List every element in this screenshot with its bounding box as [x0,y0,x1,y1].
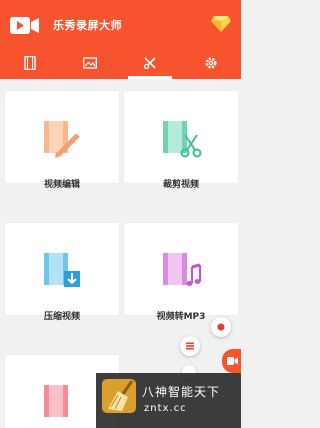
tool-card-video-compress[interactable]: 压缩视频 [5,223,119,322]
tab-selected-indicator [128,76,172,79]
video-camera-icon [227,357,238,365]
tool-card-video-edit[interactable]: 视频编辑 [5,91,119,190]
watermark-title: 八神智能天下 [142,385,221,399]
video-trim-icon [163,121,202,158]
video-to-mp3-icon [163,253,202,286]
floating-record-handle[interactable] [222,349,241,373]
tab-gallery[interactable] [60,48,120,79]
tool-label-video-edit: 视频编辑 [43,180,80,190]
video-compress-icon [44,253,80,287]
image-icon [83,57,97,69]
app-title: 乐秀录屏大师 [53,19,122,32]
film-strip-icon [24,56,36,70]
tab-bar [0,48,241,79]
list-button[interactable] [180,336,200,356]
tools-icon [143,57,156,70]
broom-logo-icon [102,379,136,413]
vip-diamond-icon[interactable] [211,15,231,33]
tab-video-list[interactable] [0,48,60,79]
tool-label-video-trim: 裁剪视频 [162,180,199,190]
watermark-overlay: 八神智能天下 zntx.cc [96,373,241,428]
video-tool-icon [44,385,68,417]
tool-label-video-compress: 压缩视频 [43,312,80,322]
tool-card-video-to-mp3[interactable]: 视频转MP3 [124,223,238,322]
tab-tools[interactable] [120,48,180,79]
tool-card-video-trim[interactable]: 裁剪视频 [124,91,238,190]
app-logo-icon [10,17,39,34]
record-button[interactable] [211,317,231,337]
gear-icon [205,57,217,69]
list-icon [186,342,194,350]
record-dot-icon [217,323,225,331]
app-header: 乐秀录屏大师 [0,0,241,79]
tab-settings[interactable] [181,48,241,79]
watermark-url: zntx.cc [144,403,187,414]
video-edit-icon [44,121,80,158]
